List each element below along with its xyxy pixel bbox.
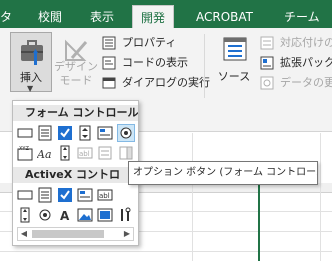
design-mode-button[interactable]: デザイン モード (54, 32, 98, 92)
tab-developer[interactable]: 開発 (132, 5, 175, 29)
tab-review[interactable]: 校閲 (38, 6, 62, 28)
refresh-data-label: データの更 (280, 76, 332, 89)
insert-control-button[interactable]: 挿入 ▼ (10, 32, 52, 93)
activex-controls-header: ActiveX コントロ (13, 167, 138, 183)
expansion-pack-icon (260, 56, 274, 76)
tab-team[interactable]: チーム (284, 6, 320, 28)
spin-button-control-icon[interactable] (77, 125, 93, 141)
design-mode-label-line1: デザイン (54, 60, 98, 73)
label-control-icon[interactable]: Aa (36, 145, 53, 161)
insert-controls-dropdown: フォーム コントロール XYZ Aa abl ActiveX コントロ abl … (12, 100, 139, 246)
selected-column-marker (258, 183, 260, 261)
activex-option-button-icon[interactable] (37, 207, 53, 223)
expansion-pack-label: 拡張パック (280, 56, 332, 69)
run-dialog-label: ダイアログの実行 (122, 76, 210, 89)
scroll-bar-control-icon[interactable] (57, 145, 73, 161)
activex-image-icon[interactable] (77, 207, 93, 223)
scroll-left-arrow-icon[interactable]: ◀ (18, 228, 30, 240)
properties-label: プロパティ (122, 36, 177, 49)
code-icon (102, 56, 116, 76)
toolbox-icon (19, 39, 45, 70)
activex-scroll-bar-icon[interactable] (17, 207, 33, 223)
activex-text-box-icon[interactable]: abl (97, 187, 113, 203)
activex-list-box-icon[interactable] (77, 187, 93, 203)
group-box-control-icon[interactable]: XYZ (17, 145, 33, 161)
activex-combo-box-icon[interactable] (37, 187, 53, 203)
grid-col-line (320, 133, 321, 261)
list-box-control-icon[interactable] (97, 125, 113, 141)
source-label: ソース (217, 70, 251, 83)
combo-list-edit-control-icon[interactable] (97, 145, 113, 161)
dropdown-horizontal-scrollbar[interactable]: ◀ ▶ (17, 227, 134, 241)
form-controls-header: フォーム コントロール (13, 105, 138, 121)
xml-source-icon (222, 36, 248, 65)
map-properties-icon (260, 36, 274, 56)
design-mode-label-line2: モード (59, 74, 93, 87)
svg-text:abl: abl (79, 150, 90, 158)
option-button-tooltip: オプション ボタン (フォーム コントロール) (128, 161, 318, 185)
more-controls-tools-icon[interactable] (118, 207, 134, 223)
combo-drop-edit-control-icon[interactable] (118, 145, 134, 161)
scroll-thumb[interactable] (32, 230, 104, 238)
activex-toggle-button-icon[interactable] (97, 207, 113, 223)
option-button-control-icon[interactable] (117, 124, 135, 142)
svg-text:Aa: Aa (37, 148, 52, 161)
button-control-icon[interactable] (17, 125, 33, 141)
text-field-control-icon[interactable]: abl (77, 145, 93, 161)
refresh-icon (260, 76, 274, 96)
checkbox-control-icon[interactable] (57, 125, 73, 141)
tab-acrobat[interactable]: ACROBAT (196, 6, 253, 28)
activex-label-icon[interactable]: A (57, 207, 73, 223)
insert-label: 挿入 (20, 71, 42, 84)
svg-text:A: A (60, 209, 70, 223)
grid-row-line (0, 251, 332, 252)
tab-view[interactable]: 表示 (90, 6, 114, 28)
properties-icon (102, 36, 116, 56)
tab-data-partial[interactable]: タ (0, 6, 12, 28)
grid-col-line (192, 133, 193, 261)
source-button[interactable]: ソース (214, 36, 254, 92)
dialog-icon (102, 76, 116, 96)
ribbon-tab-bar: タ 校閲 表示 開発 ACROBAT チーム (0, 0, 332, 29)
chevron-down-icon: ▼ (27, 84, 34, 93)
scroll-right-arrow-icon[interactable]: ▶ (121, 228, 133, 240)
ribbon-group-separator (204, 34, 205, 98)
svg-text:XYZ: XYZ (19, 146, 29, 152)
svg-text:abl: abl (99, 192, 110, 200)
activex-command-button-icon[interactable] (17, 187, 33, 203)
activex-checkbox-icon[interactable] (57, 187, 73, 203)
view-code-label: コードの表示 (122, 56, 188, 69)
combo-box-control-icon[interactable] (37, 125, 53, 141)
map-properties-label: 対応付けの (280, 36, 332, 49)
